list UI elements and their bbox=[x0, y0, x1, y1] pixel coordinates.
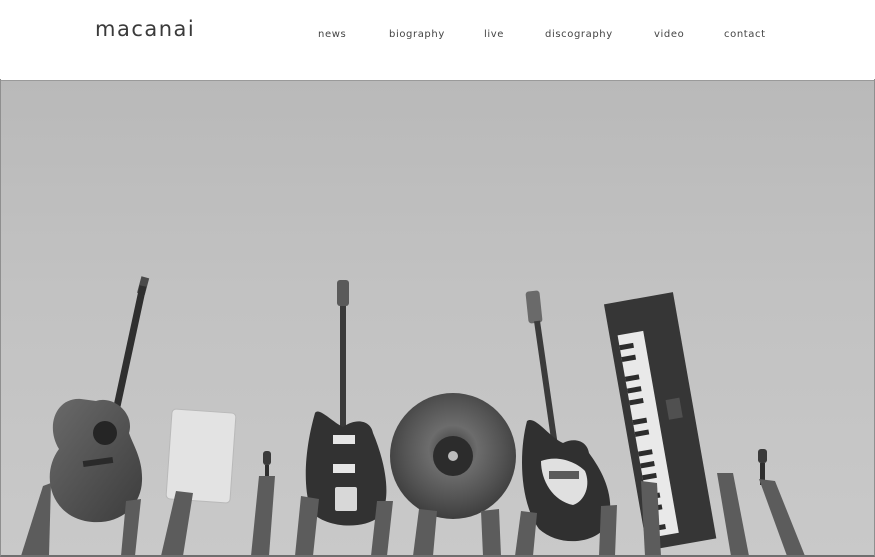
electric-guitar bbox=[305, 280, 387, 526]
main-nav: news biography live discography video co… bbox=[0, 29, 875, 43]
site-header: macanai news biography live discography … bbox=[0, 0, 875, 78]
page: macanai news biography live discography … bbox=[0, 0, 875, 557]
keyboard bbox=[603, 292, 717, 551]
nav-item-live[interactable]: live bbox=[484, 29, 504, 40]
acoustic-guitar bbox=[49, 276, 150, 523]
nav-item-news[interactable]: news bbox=[318, 29, 346, 40]
bass-guitar bbox=[522, 290, 611, 542]
nav-item-video[interactable]: video bbox=[654, 29, 684, 40]
nav-item-biography[interactable]: biography bbox=[389, 29, 445, 40]
hero-illustration bbox=[21, 276, 805, 556]
nav-item-discography[interactable]: discography bbox=[545, 29, 613, 40]
tablet bbox=[165, 408, 237, 504]
nav-item-contact[interactable]: contact bbox=[724, 29, 766, 40]
hero-image bbox=[1, 80, 874, 556]
cymbal bbox=[390, 393, 516, 519]
